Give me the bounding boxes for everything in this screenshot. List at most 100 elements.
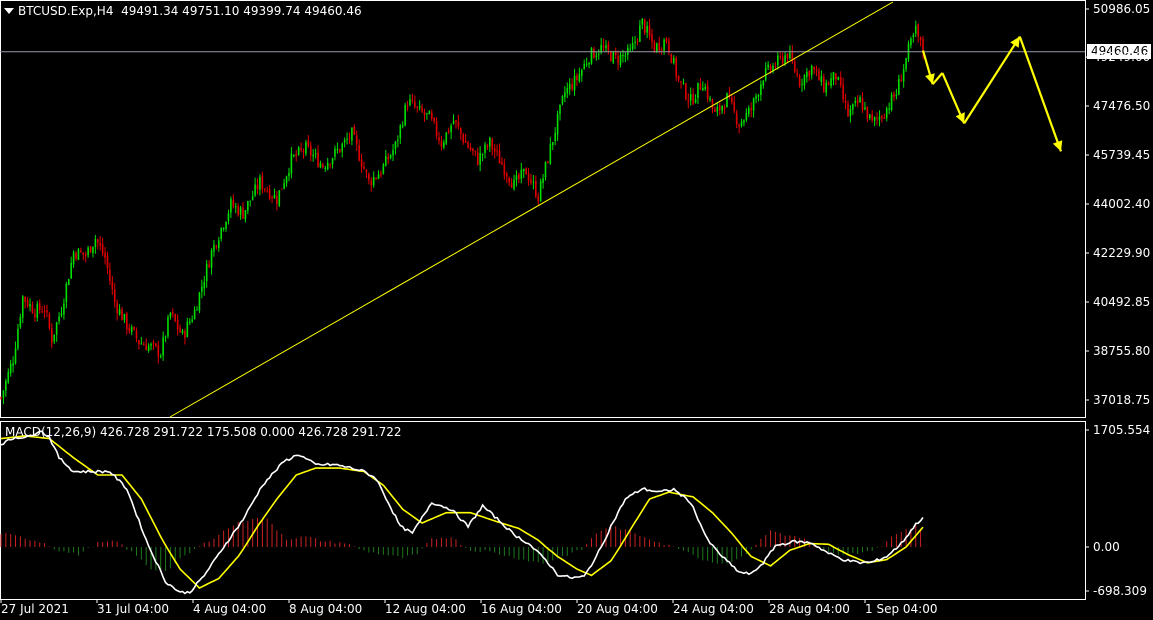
candle-body (806, 71, 808, 77)
candle-body (65, 283, 68, 303)
candle-body (747, 107, 750, 114)
candle-body (36, 303, 39, 318)
candle-body (343, 139, 346, 143)
candle-body (370, 180, 373, 186)
candle-body (881, 115, 883, 119)
time-axis-label: 1 Sep 04:00 (865, 602, 938, 616)
candle-body (513, 179, 515, 190)
candle-body (823, 77, 825, 92)
candle-body (694, 99, 697, 103)
candle-body (63, 303, 65, 315)
candle-body (99, 242, 102, 246)
candle-body (900, 80, 903, 82)
candle-body (820, 76, 823, 82)
candle-body (41, 311, 43, 313)
candle-body (479, 153, 481, 165)
candle-body (515, 175, 518, 181)
candle-body (5, 380, 7, 391)
candle-body (382, 164, 385, 174)
candle-body (237, 206, 239, 216)
candle-body (460, 127, 462, 134)
candle-body (815, 69, 818, 71)
candle-body (113, 289, 116, 303)
candle-body (590, 47, 593, 64)
candle-body (46, 310, 48, 313)
candle-body (164, 336, 167, 338)
candle-body (868, 114, 871, 118)
candle-body (760, 84, 762, 95)
candle-body (450, 125, 452, 132)
time-axis-label: 20 Aug 04:00 (577, 602, 658, 616)
candle-body (75, 252, 77, 259)
candle-body (830, 78, 832, 87)
candle-body (312, 154, 314, 157)
candle-body (750, 108, 752, 111)
candle-body (755, 96, 757, 99)
candle-body (578, 74, 581, 82)
candle-body (150, 344, 152, 346)
candle-body (394, 141, 397, 150)
candle-body (145, 344, 147, 351)
candle-body (622, 55, 624, 57)
price-axis-label: 40492.85 (1093, 295, 1151, 309)
candle-body (38, 302, 41, 311)
candle-body (123, 314, 126, 321)
time-axis-label: 4 Aug 04:00 (193, 602, 267, 616)
candle-body (803, 75, 806, 86)
candle-body (624, 55, 627, 57)
candle-body (7, 372, 10, 383)
candle-body (12, 363, 14, 366)
candle-body (898, 78, 900, 95)
candle-body (636, 40, 639, 42)
candle-body (861, 98, 864, 111)
candle-body (77, 249, 80, 261)
candle-body (295, 154, 298, 156)
candle-body (634, 41, 636, 43)
candle-body (496, 150, 498, 152)
candle-body (159, 356, 162, 358)
candle-body (530, 179, 532, 184)
candle-body (595, 55, 598, 57)
chart-header: BTCUSD.Exp,H4 49491.34 49751.10 49399.74… (18, 4, 362, 18)
candle-body (447, 130, 450, 133)
macd-header: MACD(12,26,9) 426.728 291.722 175.508 0.… (5, 425, 402, 439)
candle-body (172, 312, 174, 314)
candle-body (230, 199, 232, 213)
candle-body (711, 99, 714, 109)
candle-body (542, 178, 544, 183)
chart-menu-arrow-icon[interactable] (4, 8, 14, 14)
candle-body (14, 348, 17, 364)
candle-body (469, 146, 472, 151)
candle-body (109, 269, 111, 281)
candle-body (789, 52, 791, 59)
candle-body (288, 172, 290, 177)
candle-body (680, 81, 682, 83)
candle-body (731, 98, 733, 103)
candle-body (704, 86, 707, 90)
candle-body (491, 139, 494, 150)
candle-body (242, 207, 244, 219)
candle-body (220, 227, 223, 240)
candle-body (31, 304, 34, 314)
candle-body (58, 316, 60, 322)
candle-body (912, 35, 915, 38)
candle-body (380, 173, 382, 175)
candle-body (810, 65, 813, 75)
candle-body (234, 206, 237, 208)
candle-body (847, 103, 849, 117)
candle-body (324, 167, 327, 169)
candle-body (844, 100, 847, 103)
candle-body (813, 67, 815, 70)
candle-body (225, 221, 227, 229)
candle-body (665, 38, 668, 42)
candle-body (733, 102, 736, 112)
candle-body (155, 343, 157, 346)
candle-body (339, 149, 341, 153)
candle-body (438, 137, 440, 142)
candle-body (29, 303, 31, 307)
candle-body (607, 44, 610, 51)
candle-body (670, 53, 673, 64)
candle-body (706, 85, 709, 100)
forecast-arrow-segment (1018, 36, 1062, 152)
candle-body (472, 148, 474, 152)
